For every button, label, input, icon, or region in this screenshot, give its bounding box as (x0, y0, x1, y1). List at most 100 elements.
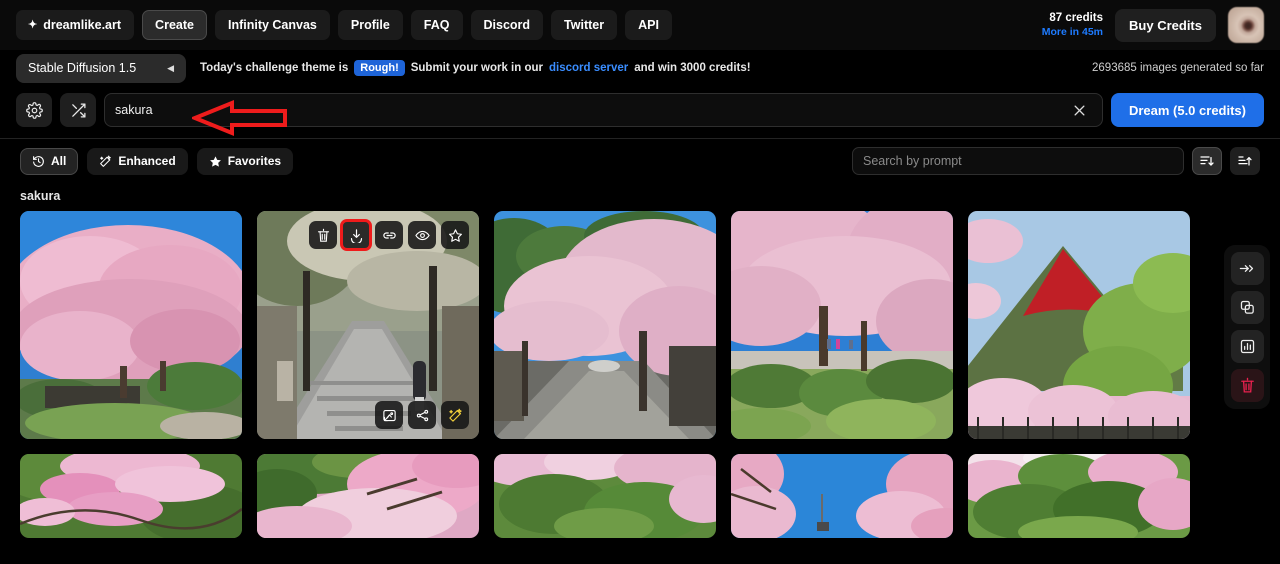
star-icon (209, 155, 222, 168)
sort-descending-icon (1199, 153, 1215, 169)
image-card-6[interactable] (20, 454, 242, 538)
enhance-image-button[interactable] (441, 401, 469, 429)
sort-descending-button[interactable] (1192, 147, 1222, 175)
filter-label: Enhanced (118, 154, 176, 168)
sparkle-icon: ✦ (28, 18, 38, 31)
gallery-filter-bar: All Enhanced Favorites (0, 139, 1280, 183)
stats-button[interactable] (1230, 330, 1264, 363)
link-icon (382, 228, 397, 243)
sort-ascending-button[interactable] (1230, 147, 1260, 175)
prompt-input-wrapper[interactable]: sakura (104, 93, 1103, 127)
download-image-button[interactable] (340, 219, 372, 251)
image-grid (0, 211, 1280, 538)
copy-icon (1239, 299, 1256, 316)
chart-icon (1239, 338, 1256, 355)
challenge-prefix: Today's challenge theme is (200, 62, 349, 74)
arrow-right-icon (1239, 260, 1256, 277)
search-area (852, 147, 1260, 175)
filter-pill-favorites[interactable]: Favorites (196, 147, 294, 175)
image-card-4[interactable] (731, 211, 953, 439)
brand-logo-button[interactable]: ✦ dreamlike.art (16, 9, 135, 41)
right-action-rail (1224, 245, 1270, 409)
download-icon (349, 228, 364, 243)
gallery-group-label: sakura (20, 189, 61, 203)
account-area: 87 credits More in 45m Buy Credits (1042, 7, 1264, 43)
upscale-image-button[interactable] (375, 401, 403, 429)
eye-icon (414, 228, 430, 243)
nav-label: Profile (350, 17, 390, 32)
generated-image (494, 211, 716, 439)
image-card-5[interactable] (968, 211, 1190, 439)
create-variations-button[interactable] (408, 401, 436, 429)
trash-icon (316, 228, 331, 243)
variations-icon (415, 408, 430, 423)
copy-link-button[interactable] (375, 221, 403, 249)
images-generated-counter: 2693685 images generated so far (1092, 62, 1264, 74)
delete-image-button[interactable] (309, 221, 337, 249)
image-card-8[interactable] (494, 454, 716, 538)
generated-image (494, 454, 716, 538)
model-challenge-bar: Stable Diffusion 1.5 ◀ Today's challenge… (0, 50, 1280, 86)
dream-button[interactable]: Dream (5.0 credits) (1110, 93, 1264, 127)
image-card-2[interactable] (257, 211, 479, 439)
image-card-10[interactable] (968, 454, 1190, 538)
nav-item-api[interactable]: API (625, 9, 672, 41)
nav-item-discord[interactable]: Discord (470, 9, 544, 41)
generated-image (731, 211, 953, 439)
image-card-3[interactable] (494, 211, 716, 439)
top-navigation-bar: ✦ dreamlike.art Create Infinity Canvas P… (0, 0, 1280, 50)
prompt-input[interactable]: sakura (115, 103, 153, 117)
challenge-banner: Today's challenge theme is Rough! Submit… (200, 60, 751, 76)
clear-prompt-button[interactable] (1068, 98, 1092, 122)
buy-credits-button[interactable]: Buy Credits (1115, 8, 1216, 42)
prompt-bar: sakura Dream (5.0 credits) (0, 86, 1280, 134)
discord-server-link[interactable]: discord server (549, 62, 628, 74)
nav-item-create[interactable]: Create (142, 9, 207, 41)
nav-item-profile[interactable]: Profile (337, 9, 403, 41)
avatar[interactable] (1228, 7, 1264, 43)
delete-all-button[interactable] (1230, 369, 1264, 402)
favorite-image-button[interactable] (441, 221, 469, 249)
credits-display: 87 credits More in 45m (1042, 11, 1103, 39)
nav-links: ✦ dreamlike.art Create Infinity Canvas P… (16, 9, 672, 41)
settings-button[interactable] (16, 93, 52, 127)
image-card-9[interactable] (731, 454, 953, 538)
upscale-icon (382, 408, 397, 423)
send-to-canvas-button[interactable] (1230, 252, 1264, 285)
nav-label: Create (155, 17, 194, 32)
filter-pill-all[interactable]: All (20, 147, 79, 175)
model-label: Stable Diffusion 1.5 (28, 61, 137, 75)
nav-label: Infinity Canvas (227, 17, 317, 32)
generated-image (731, 454, 953, 538)
generated-image (257, 454, 479, 538)
generated-image (20, 454, 242, 538)
generated-image (968, 454, 1190, 538)
image-card-1[interactable] (20, 211, 242, 439)
search-input[interactable] (852, 147, 1184, 175)
credits-refresh-link[interactable]: More in 45m (1042, 26, 1103, 39)
challenge-suffix: and win 3000 credits! (634, 62, 751, 74)
gear-icon (25, 101, 43, 119)
trash-icon (1239, 377, 1256, 394)
shuffle-prompt-button[interactable] (60, 93, 96, 127)
nav-label: API (638, 17, 659, 32)
star-icon (448, 228, 463, 243)
nav-label: FAQ (423, 17, 450, 32)
nav-item-twitter[interactable]: Twitter (551, 9, 618, 41)
challenge-theme-tag[interactable]: Rough! (354, 60, 405, 76)
duplicate-button[interactable] (1230, 291, 1264, 324)
challenge-mid: Submit your work in our (410, 62, 543, 74)
shuffle-icon (70, 102, 87, 119)
image-hover-toolbar-bottom (375, 401, 469, 429)
image-hover-toolbar-top (309, 219, 469, 251)
filter-label: Favorites (227, 154, 282, 168)
model-selector[interactable]: Stable Diffusion 1.5 ◀ (16, 53, 186, 83)
filter-label: All (51, 154, 67, 168)
filter-pill-enhanced[interactable]: Enhanced (87, 147, 188, 175)
image-card-7[interactable] (257, 454, 479, 538)
chevron-left-icon: ◀ (167, 62, 174, 73)
nav-item-infinity-canvas[interactable]: Infinity Canvas (214, 9, 330, 41)
nav-item-faq[interactable]: FAQ (410, 9, 463, 41)
view-image-button[interactable] (408, 221, 436, 249)
generated-image (968, 211, 1190, 439)
